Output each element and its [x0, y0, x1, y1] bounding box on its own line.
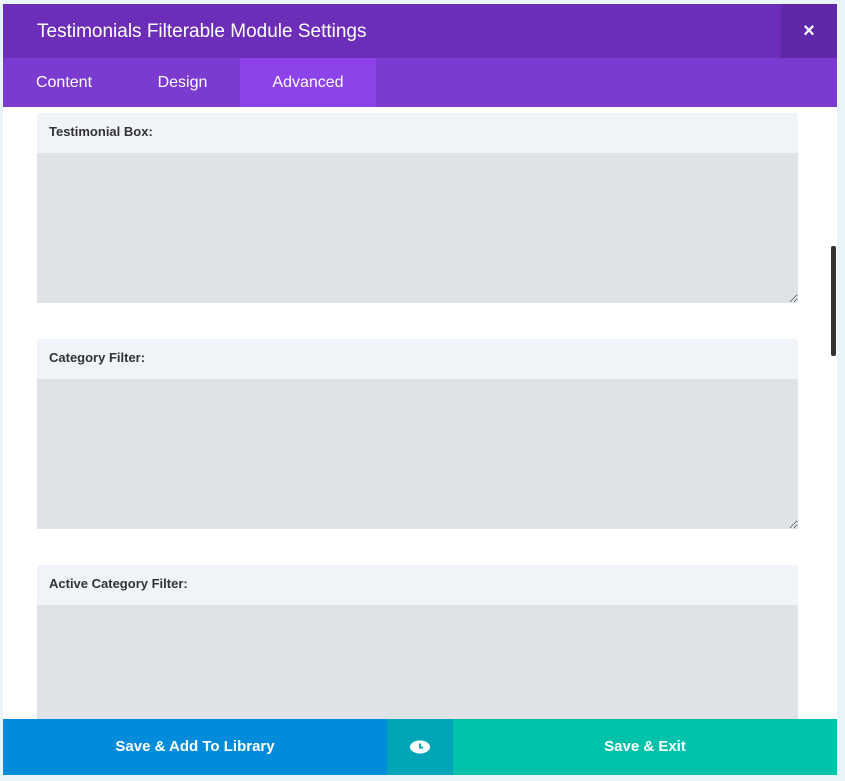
active-category-filter-section: Active Category Filter:: [37, 565, 798, 719]
category-filter-css-input[interactable]: [37, 379, 798, 529]
testimonial-box-css-input[interactable]: [37, 153, 798, 303]
field-label: Testimonial Box:: [37, 113, 798, 153]
category-filter-section: Category Filter:: [37, 339, 798, 529]
save-exit-button[interactable]: Save & Exit: [453, 719, 837, 775]
eye-icon: [410, 740, 430, 754]
modal-footer: Save & Add To Library Save & Exit: [3, 719, 837, 775]
preview-button[interactable]: [387, 719, 453, 775]
tab-bar: Content Design Advanced: [3, 58, 837, 107]
testimonial-box-section: Testimonial Box:: [37, 113, 798, 303]
save-add-to-library-button[interactable]: Save & Add To Library: [3, 719, 387, 775]
tab-advanced[interactable]: Advanced: [240, 58, 376, 107]
tab-design[interactable]: Design: [125, 58, 240, 107]
tab-content[interactable]: Content: [3, 58, 125, 107]
scrollbar[interactable]: [831, 246, 836, 356]
active-category-filter-css-input[interactable]: [37, 605, 798, 719]
modal-header: Testimonials Filterable Module Settings …: [3, 4, 837, 58]
modal-title: Testimonials Filterable Module Settings: [37, 21, 367, 42]
settings-content: Testimonial Box: Category Filter: Active…: [3, 107, 837, 719]
close-button[interactable]: ×: [781, 4, 837, 58]
module-settings-modal: Testimonials Filterable Module Settings …: [3, 4, 837, 775]
field-label: Category Filter:: [37, 339, 798, 379]
field-label: Active Category Filter:: [37, 565, 798, 605]
